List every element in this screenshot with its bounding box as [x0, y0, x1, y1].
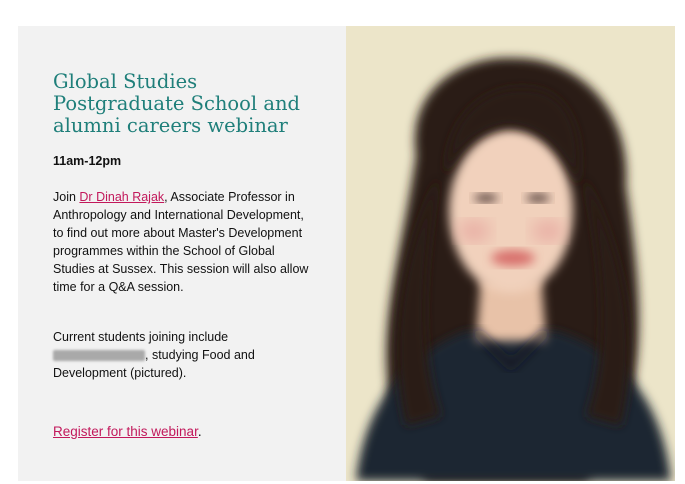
students-intro: Current students joining include — [53, 330, 229, 344]
blurred-student-name — [53, 350, 145, 362]
description-suffix: , Associate Professor in Anthropology an… — [53, 190, 309, 294]
register-link[interactable]: Register for this webinar — [53, 424, 198, 439]
event-description: Join Dr Dinah Rajak, Associate Professor… — [53, 188, 313, 296]
webinar-card: Global Studies Postgraduate School and a… — [18, 26, 675, 481]
text-panel: Global Studies Postgraduate School and a… — [18, 26, 346, 481]
event-title: Global Studies Postgraduate School and a… — [53, 70, 301, 137]
event-time: 11am-12pm — [53, 154, 122, 168]
description-prefix: Join — [53, 190, 80, 204]
speaker-link[interactable]: Dr Dinah Rajak — [79, 190, 164, 204]
students-note: Current students joining include, studyi… — [53, 328, 313, 382]
portrait-image — [346, 26, 675, 481]
register-line: Register for this webinar. — [53, 424, 202, 439]
register-suffix: . — [197, 424, 202, 439]
student-photo — [346, 26, 675, 481]
